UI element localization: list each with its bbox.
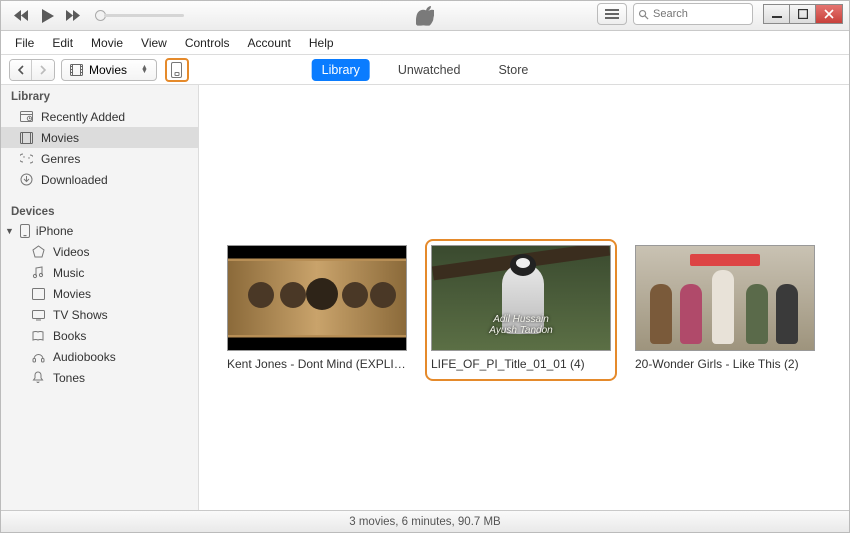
sidebar-item-label: Books xyxy=(53,329,86,343)
sidebar-item-label: Audiobooks xyxy=(53,350,116,364)
previous-button[interactable] xyxy=(13,9,31,22)
recently-added-icon xyxy=(19,110,33,124)
media-picker[interactable]: Movies ▲▼ xyxy=(61,59,157,81)
sidebar-item-label: Downloaded xyxy=(41,173,108,187)
sidebar-item-label: Movies xyxy=(41,131,79,145)
tab-library[interactable]: Library xyxy=(312,59,370,81)
search-input[interactable] xyxy=(653,8,748,20)
sidebar-item-label: Tones xyxy=(53,371,85,385)
movie-title: 20-Wonder Girls - Like This (2) xyxy=(635,357,815,371)
film-icon xyxy=(31,287,45,301)
film-icon xyxy=(70,64,83,76)
book-icon xyxy=(31,329,45,343)
sidebar-device-tones[interactable]: Tones xyxy=(1,367,198,388)
status-text: 3 movies, 6 minutes, 90.7 MB xyxy=(349,516,500,528)
content-area: Kent Jones - Dont Mind (EXPLICIT)... Adi… xyxy=(199,85,849,510)
close-button[interactable] xyxy=(816,5,842,23)
menu-bar: File Edit Movie View Controls Account He… xyxy=(1,31,849,55)
sidebar-item-genres[interactable]: Genres xyxy=(1,148,198,169)
position-slider[interactable] xyxy=(95,10,184,21)
sidebar-item-label: Movies xyxy=(53,287,91,301)
menu-edit[interactable]: Edit xyxy=(44,33,81,53)
sidebar-item-downloaded[interactable]: Downloaded xyxy=(1,169,198,190)
sidebar-item-label: Videos xyxy=(53,245,89,259)
genres-icon xyxy=(19,152,33,166)
movie-thumbnail xyxy=(227,245,407,351)
maximize-button[interactable] xyxy=(790,5,816,23)
sidebar-item-recently-added[interactable]: Recently Added xyxy=(1,106,198,127)
bell-icon xyxy=(31,371,45,385)
sidebar-device-movies[interactable]: Movies xyxy=(1,283,198,304)
sidebar-item-movies[interactable]: Movies xyxy=(1,127,198,148)
sidebar-device-audiobooks[interactable]: Audiobooks xyxy=(1,346,198,367)
movie-card[interactable]: Kent Jones - Dont Mind (EXPLICIT)... xyxy=(227,245,407,375)
sidebar-item-label: Recently Added xyxy=(41,110,125,124)
movie-title: LIFE_OF_PI_Title_01_01 (4) xyxy=(431,357,611,375)
sidebar-device-label: iPhone xyxy=(36,224,73,238)
menu-movie[interactable]: Movie xyxy=(83,33,131,53)
next-button[interactable] xyxy=(65,9,83,22)
tab-store[interactable]: Store xyxy=(488,59,538,81)
tv-icon xyxy=(31,308,45,322)
status-bar: 3 movies, 6 minutes, 90.7 MB xyxy=(1,510,849,532)
menu-help[interactable]: Help xyxy=(301,33,342,53)
device-button[interactable] xyxy=(165,58,189,82)
media-picker-label: Movies xyxy=(89,63,127,77)
apple-logo-icon xyxy=(416,5,434,25)
sidebar-device-tvshows[interactable]: TV Shows xyxy=(1,304,198,325)
minimize-button[interactable] xyxy=(764,5,790,23)
menu-controls[interactable]: Controls xyxy=(177,33,238,53)
movie-card[interactable]: Adil HussainAyush Tandon LIFE_OF_PI_Titl… xyxy=(431,245,611,375)
videos-icon xyxy=(31,245,45,259)
movie-thumbnail xyxy=(635,245,815,351)
menu-file[interactable]: File xyxy=(7,33,42,53)
movie-title: Kent Jones - Dont Mind (EXPLICIT)... xyxy=(227,357,407,371)
sidebar-device-music[interactable]: Music xyxy=(1,262,198,283)
iphone-icon xyxy=(171,62,182,78)
sidebar-item-label: Music xyxy=(53,266,84,280)
film-icon xyxy=(19,131,33,145)
sidebar-section-library: Library xyxy=(1,85,198,106)
view-list-button[interactable] xyxy=(597,3,627,25)
sidebar-item-label: Genres xyxy=(41,152,80,166)
forward-button[interactable] xyxy=(32,60,54,80)
iphone-icon xyxy=(18,224,32,238)
sidebar-device-iphone[interactable]: ▼ iPhone xyxy=(1,221,198,241)
sidebar: Library Recently Added Movies Genres Dow… xyxy=(1,85,199,510)
sidebar-section-devices: Devices xyxy=(1,200,198,221)
sidebar-device-videos[interactable]: Videos xyxy=(1,241,198,262)
download-icon xyxy=(19,173,33,187)
center-tabs: Library Unwatched Store xyxy=(312,59,539,81)
movie-thumbnail: Adil HussainAyush Tandon xyxy=(431,245,611,351)
player-bar xyxy=(1,1,849,31)
search-icon xyxy=(638,9,649,20)
play-button[interactable] xyxy=(41,8,55,24)
tab-unwatched[interactable]: Unwatched xyxy=(388,59,471,81)
movie-card[interactable]: 20-Wonder Girls - Like This (2) xyxy=(635,245,815,375)
window-controls xyxy=(763,4,843,24)
menu-view[interactable]: View xyxy=(133,33,175,53)
music-icon xyxy=(31,266,45,280)
back-button[interactable] xyxy=(10,60,32,80)
sidebar-device-books[interactable]: Books xyxy=(1,325,198,346)
toolbar: Movies ▲▼ Library Unwatched Store xyxy=(1,55,849,85)
audiobook-icon xyxy=(31,350,45,364)
chevron-updown-icon: ▲▼ xyxy=(141,66,148,74)
disclosure-triangle-icon[interactable]: ▼ xyxy=(5,226,14,236)
search-box[interactable] xyxy=(633,3,753,25)
menu-account[interactable]: Account xyxy=(240,33,299,53)
sidebar-item-label: TV Shows xyxy=(53,308,108,322)
